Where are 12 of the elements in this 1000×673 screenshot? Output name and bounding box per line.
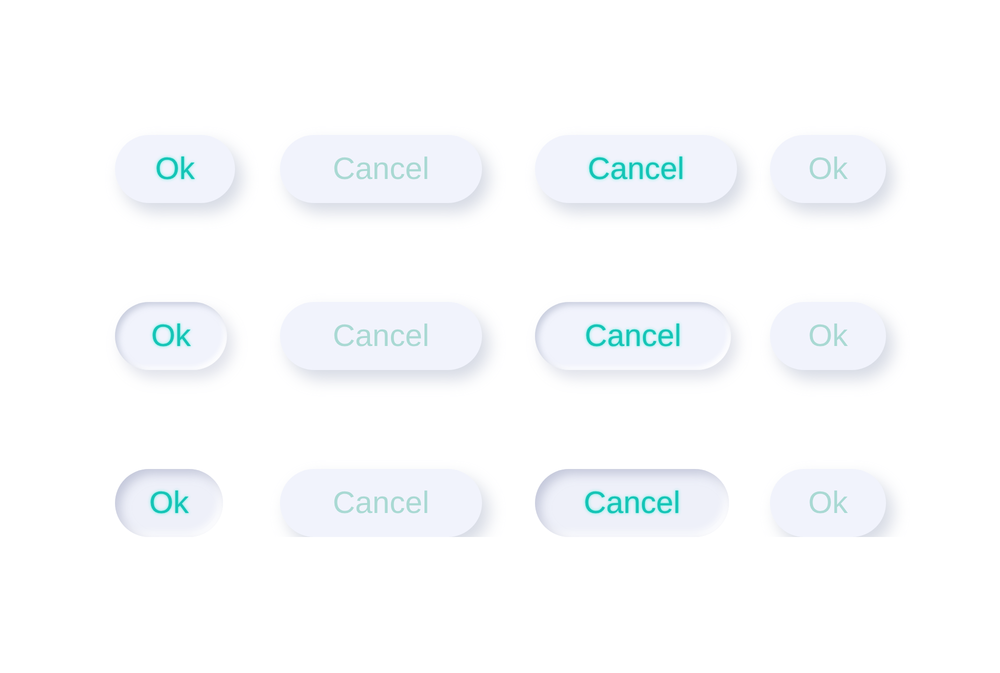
- pill-button[interactable]: Cancel: [280, 302, 482, 370]
- pill-button[interactable]: Ok: [115, 469, 223, 537]
- pill-button[interactable]: Ok: [770, 469, 886, 537]
- pill-button[interactable]: Ok: [115, 302, 227, 370]
- pill-button[interactable]: Cancel: [535, 135, 737, 203]
- pill-button[interactable]: Ok: [115, 135, 235, 203]
- pill-button[interactable]: Cancel: [535, 469, 729, 537]
- pill-button[interactable]: Cancel: [280, 469, 482, 537]
- pill-button[interactable]: Cancel: [535, 302, 731, 370]
- pill-button[interactable]: Cancel: [280, 135, 482, 203]
- pill-button[interactable]: Ok: [770, 135, 886, 203]
- pill-button[interactable]: Ok: [770, 302, 886, 370]
